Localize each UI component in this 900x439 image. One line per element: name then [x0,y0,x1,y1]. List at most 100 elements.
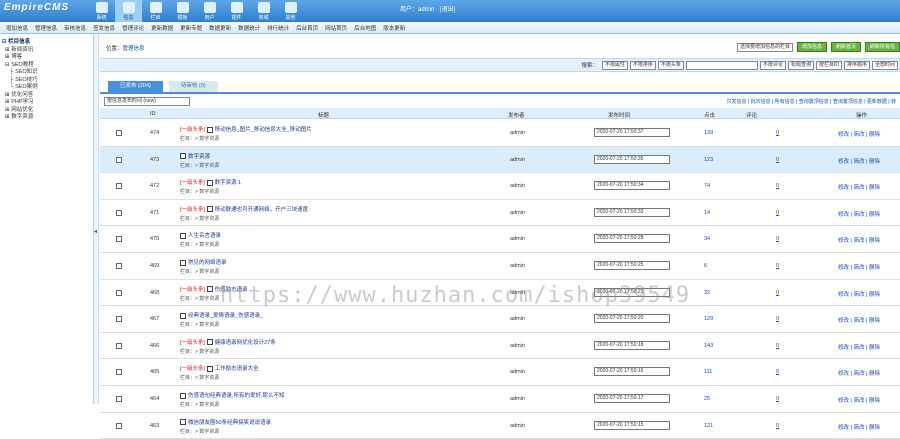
row-checkbox[interactable] [116,396,122,402]
row-comments[interactable]: 0 [776,236,779,242]
row-comments[interactable]: 0 [776,263,779,269]
tree-node[interactable]: ⊞ 数字资源 [2,114,91,122]
table-row[interactable]: 466 [一级头条] 健康语录网优化设计27条 栏目：> 数字资源 admin 2020… [100,333,900,360]
row-title[interactable]: 移动联通也可开通网络，开户三块速度 [215,207,309,213]
row-comments[interactable]: 0 [776,130,779,136]
row-actions[interactable]: 修改 | 简改 | 删除 [838,157,880,165]
row-comments[interactable]: 0 [776,396,779,402]
table-row[interactable]: 474 [一级头条] 移动信息_图片_移动信息大全_移动图片 栏目：> 数字资源 ad… [100,120,900,147]
tree-node[interactable]: ⊞ 优化问答 [2,92,91,100]
row-actions[interactable]: 修改 | 简改 | 删除 [838,263,880,271]
menu-item[interactable]: 排行统计 [267,24,289,32]
table-row[interactable]: 469 常见的网络语录 栏目：> 数字资源 admin 2020-07-20 17:5… [100,253,900,280]
tree-node[interactable]: ⊟ 栏目信息 [2,39,91,47]
filter-select[interactable]: 标题查询 [787,60,814,70]
row-time-field[interactable]: 2020-07-20 17:50:37 [594,128,670,137]
row-title[interactable]: 数字资源 1 [215,180,242,186]
row-comments[interactable]: 0 [776,183,779,189]
tree-node[interactable]: └ SEO案例 [2,84,91,92]
row-title[interactable]: 人生名言语录 [188,233,221,239]
table-row[interactable]: 473 数字资源 栏目：> 数字资源 admin 2020-07-20 17:50:3… [100,146,900,174]
tab-1[interactable]: 待审核 (0) [168,81,218,92]
row-comments[interactable]: 0 [776,157,779,163]
refresh-all-button[interactable]: 刷新所有信 [864,42,900,52]
row-actions[interactable]: 修改 | 简改 | 删除 [838,369,880,377]
row-comments[interactable]: 0 [776,369,779,375]
menu-item[interactable]: 管理评论 [122,24,144,32]
row-checkbox[interactable] [116,209,122,216]
breadcrumb-current[interactable]: 管理信息 [123,46,145,52]
column-select[interactable]: 选择要增加信息的栏目 [736,42,793,52]
row-title[interactable]: 工作励志语录大全 [215,366,259,372]
menu-item[interactable]: 数据更新 [209,24,231,32]
row-checkbox[interactable] [116,422,122,429]
row-checkbox[interactable] [116,316,122,323]
tree-node[interactable]: ├ SEO技巧 [2,77,91,85]
menu-item[interactable]: 更新专题 [180,24,202,32]
row-actions[interactable]: 修改 | 简改 | 删除 [838,343,880,351]
tree-node[interactable]: ⊞ 网站优化 [2,107,91,115]
row-time-field[interactable]: 2020-07-20 17:50:16 [594,367,670,377]
row-checkbox[interactable] [116,156,122,163]
row-checkbox[interactable] [116,236,122,243]
row-title[interactable]: 伤感语句经典语录,所有的爱好,那么不知 [188,393,285,399]
logout-link[interactable]: [退出] [440,7,455,13]
filter-select[interactable]: 排序顺序 [843,60,870,70]
sort-select[interactable]: 按信息发布时间 (new) [104,96,190,106]
topnav-item-2[interactable]: 栏目 [142,0,169,22]
row-checkbox[interactable] [116,342,122,349]
menu-item[interactable]: 管理信息 [35,24,57,32]
row-actions[interactable]: 修改 | 简改 | 删除 [838,236,880,244]
row-comments[interactable]: 0 [776,210,779,216]
row-time-field[interactable]: 2020-07-20 17:50:18 [594,340,670,350]
filter-select[interactable]: 全部时间 [871,60,898,70]
row-actions[interactable]: 修改 | 简改 | 删除 [838,316,880,324]
topnav-item-5[interactable]: 插件 [223,0,250,22]
filter-select[interactable]: 不限评论 [759,60,786,70]
row-comments[interactable]: 0 [776,290,779,296]
row-title[interactable]: 数字资源 [188,154,210,160]
table-row[interactable]: 467 经典语录_爱情语录_伤感语录_ 栏目：> 数字资源 admin 2020-07… [100,306,900,333]
row-time-field[interactable]: 2020-07-20 17:50:17 [594,394,670,403]
tree-node[interactable]: ⊞ 新闻资讯 [2,47,91,55]
row-title[interactable]: 微信朋友圈50条经典搞笑说说语录 [188,420,271,426]
search-input[interactable] [685,60,758,70]
menu-item[interactable]: 版本更新 [383,24,405,32]
row-time-field[interactable]: 2020-07-20 17:50:28 [594,234,670,244]
table-row[interactable]: 470 人生名言语录 栏目：> 数字资源 admin 2020-07-20 17:50… [100,226,900,253]
topnav-item-3[interactable]: 模板 [169,0,196,22]
topnav-item-6[interactable]: 商城 [250,0,277,22]
menu-item[interactable]: 后台地图 [354,24,376,32]
row-checkbox[interactable] [116,130,122,136]
table-row[interactable]: 471 [一级头条] 移动联通也可开通网络，开户三块速度 栏目：> 数字资源 admi… [100,200,900,227]
collapse-arrow-icon[interactable]: ◂ [94,228,97,235]
tree-node[interactable]: ├ SEO知识 [2,69,91,77]
row-title[interactable]: 移动信息_图片_移动信息大全_移动图片 [215,127,312,133]
row-comments[interactable]: 0 [776,316,779,322]
tab-0[interactable]: 已发布 (204) [108,81,163,92]
row-time-field[interactable]: 2020-07-20 17:50:20 [594,314,670,324]
row-title[interactable]: 经典语录_爱情语录_伤感语录_ [188,313,263,319]
menu-item[interactable]: 签发信息 [93,24,115,32]
row-actions[interactable]: 修改 | 简改 | 删除 [838,130,880,138]
row-comments[interactable]: 0 [776,343,779,349]
tree-node[interactable]: ⊞ PHP学习 [2,99,91,107]
filter-select[interactable]: 按栏目ID [815,60,842,70]
table-row[interactable]: 472 [一级头条] 数字资源 1 栏目：> 数字资源 admin 2020-07-20… [100,173,900,200]
row-actions[interactable]: 修改 | 简改 | 删除 [838,290,880,298]
topnav-item-0[interactable]: 系统 [88,0,115,22]
menu-item[interactable]: 审核信息 [64,24,86,32]
table-row[interactable]: 464 伤感语句经典语录,所有的爱好,那么不知 栏目：> 数字资源 admin 202… [100,386,900,413]
filter-select[interactable]: 不限排序 [629,60,656,70]
pane-splitter[interactable]: ◂ [94,34,99,404]
row-time-field[interactable]: 2020-07-20 17:50:34 [594,181,670,191]
row-time-field[interactable]: 2020-07-20 17:50:33 [594,207,670,217]
filter-select[interactable]: 不限属性 [601,60,628,70]
row-time-field[interactable]: 2020-07-20 17:50:25 [594,261,670,270]
tree-node[interactable]: ⊟ SEO教程 [2,62,91,70]
row-checkbox[interactable] [116,369,122,376]
topnav-item-4[interactable]: 用户 [196,0,223,22]
topnav-item-7[interactable]: 其他 [277,0,304,22]
row-time-field[interactable]: 2020-07-20 17:50:23 [594,287,670,297]
row-checkbox[interactable] [116,263,122,269]
